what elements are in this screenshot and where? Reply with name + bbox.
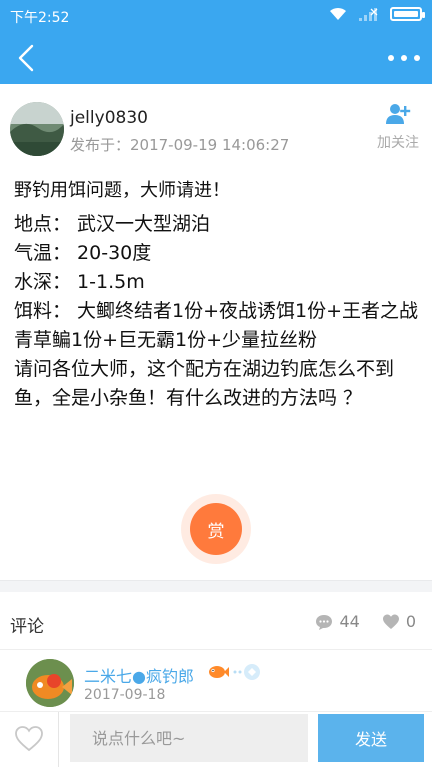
- author-avatar[interactable]: [10, 102, 64, 156]
- post-line: 气温： 20-30度: [14, 242, 152, 264]
- status-icons: [328, 6, 425, 22]
- follow-button[interactable]: 加关注: [374, 102, 422, 152]
- commenter-avatar[interactable]: [26, 659, 74, 707]
- back-button[interactable]: [10, 40, 46, 76]
- post-time: 发布于：2017-09-19 14:06:27: [70, 136, 290, 154]
- comments-header: 评论 44 0: [0, 592, 432, 650]
- author-name[interactable]: jelly0830: [70, 108, 148, 128]
- comment-date: 2017-09-18: [84, 687, 166, 703]
- heart-icon: [382, 614, 399, 629]
- tip-button[interactable]: 赏: [181, 494, 251, 564]
- wifi-icon: [330, 7, 346, 20]
- status-bar: 下午2:52: [0, 0, 432, 32]
- follow-label: 加关注: [377, 135, 419, 151]
- comment-stats: 44 0: [315, 612, 416, 631]
- more-dot: [388, 55, 394, 61]
- fish-badge-icon: [209, 666, 229, 678]
- nav-bar: [0, 32, 432, 84]
- like-count: 0: [405, 612, 416, 631]
- add-user-icon: [386, 104, 411, 124]
- post-content: 地点： 武汉一大型湖泊 气温： 20-30度 水深： 1-1.5m 饵料： 大鲫…: [14, 210, 422, 413]
- more-dot: [401, 55, 407, 61]
- tip-label: 赏: [190, 503, 242, 555]
- level-badge-icon: [233, 664, 260, 680]
- section-divider: [0, 580, 432, 592]
- comment-item: 二米七●疯钓郎 2017-09-18: [0, 651, 432, 711]
- author-header: jelly0830 发布于：2017-09-19 14:06:27 加关注: [0, 84, 432, 164]
- send-button[interactable]: 发送: [318, 714, 424, 762]
- post-title: 野钓用饵问题，大师请进！: [14, 180, 230, 201]
- comment-bubble-icon: [316, 614, 333, 630]
- post-line: 地点： 武汉一大型湖泊: [14, 213, 211, 235]
- bar-divider: [58, 712, 59, 767]
- comment-count: 44: [339, 612, 360, 631]
- more-dot: [414, 55, 420, 61]
- comment-input[interactable]: [70, 714, 308, 762]
- post-line: 饵料： 大鲫终结者1份+夜战诱饵1份+王者之战青草鳊1份+巨无霸1份+少量拉丝粉: [14, 300, 419, 351]
- like-heart-icon[interactable]: [14, 724, 44, 754]
- post-line: 水深： 1-1.5m: [14, 271, 145, 293]
- signal-icon: [359, 8, 378, 21]
- comment-input-bar: 发送: [0, 711, 432, 767]
- status-time: 下午2:52: [10, 10, 70, 26]
- battery-icon: [390, 7, 425, 21]
- comments-title: 评论: [10, 617, 44, 637]
- post-line: 请问各位大师，这个配方在湖边钓底怎么不到鱼，全是小杂鱼！有什么改进的方法吗 ？: [14, 358, 395, 409]
- more-button[interactable]: [388, 46, 420, 70]
- commenter-name[interactable]: 二米七●疯钓郎: [84, 663, 194, 687]
